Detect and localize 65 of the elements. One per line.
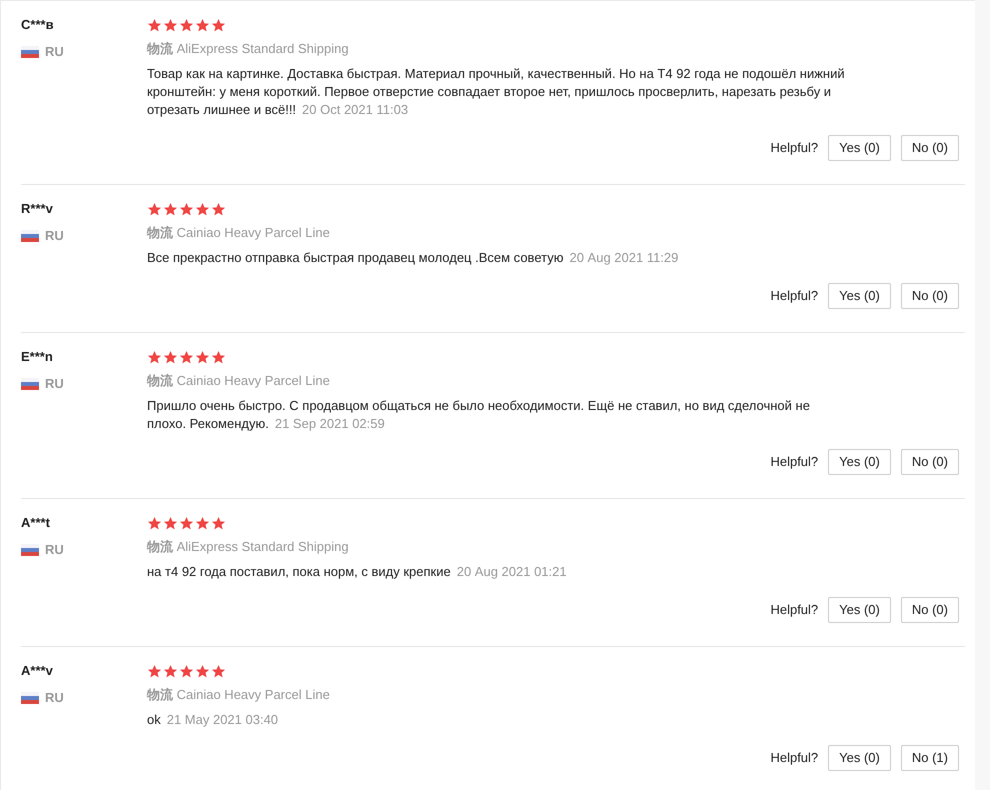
star-icon (211, 202, 226, 216)
star-icon (163, 202, 178, 216)
helpful-label: Helpful? (770, 749, 818, 768)
review-text: Пришло очень быстро. С продавцом общаться не было необходимости. Ещё не ставил, но вид сделочной не плохо. Рекомендую. 21 Sep 2021 02:59 (147, 397, 811, 433)
review-text: ok 21 May 2021 03:40 (147, 711, 278, 729)
no-button[interactable]: No (0) (900, 449, 959, 475)
review-text: на т4 92 года поставил, пока норм, с виду крепкие 20 Aug 2021 01:21 (147, 563, 567, 581)
country-code: RU (45, 689, 64, 707)
country-code: RU (45, 541, 64, 559)
helpful-label: Helpful? (770, 453, 818, 472)
star-icon (179, 664, 194, 678)
star-icon (147, 18, 162, 32)
country-code: RU (45, 375, 64, 393)
star-icon (179, 350, 194, 364)
star-icon (179, 18, 194, 32)
yes-button[interactable]: Yes (0) (828, 135, 891, 161)
no-button[interactable]: No (1) (900, 745, 959, 771)
no-button[interactable]: No (0) (900, 283, 959, 309)
helpful-label: Helpful? (770, 139, 818, 158)
star-icon (195, 516, 210, 530)
country-code: RU (45, 227, 64, 245)
helpful-label: Helpful? (770, 287, 818, 306)
yes-button[interactable]: Yes (0) (828, 745, 891, 771)
no-button[interactable]: No (0) (900, 135, 959, 161)
star-icon (163, 18, 178, 32)
flag-icon (21, 46, 39, 58)
flag-icon (21, 230, 39, 242)
star-icon (195, 350, 210, 364)
star-icon (147, 202, 162, 216)
shipping-method: 物流 Cainiao Heavy Parcel Line (147, 224, 331, 242)
review-text: Товар как на картинке. Доставка быстрая. Материал прочный, качественный. Но на Т4 92 года не подошёл нижний кронштейн: у меня короткий. Первое отверстие совпадает второе нет, пришлось просверлить, нарезать резьбу и отрезать лишнее и всё!!! 20 Oct 2021 11:03 (147, 65, 846, 119)
flag-icon (21, 692, 39, 704)
reviewer-name: C***в (21, 16, 55, 34)
star-icon (147, 350, 162, 364)
star-icon (163, 664, 178, 678)
reviewer-name: E***n (21, 348, 54, 366)
star-icon (211, 516, 226, 530)
no-button[interactable]: No (0) (900, 597, 959, 623)
yes-button[interactable]: Yes (0) (828, 283, 891, 309)
star-icon (179, 202, 194, 216)
star-icon (211, 350, 226, 364)
star-icon (195, 664, 210, 678)
star-icon (163, 350, 178, 364)
shipping-method: 物流 AliExpress Standard Shipping (147, 40, 350, 58)
reviewer-name: A***t (21, 514, 51, 532)
shipping-method: 物流 Cainiao Heavy Parcel Line (147, 372, 331, 390)
star-icon (147, 664, 162, 678)
shipping-method: 物流 Cainiao Heavy Parcel Line (147, 686, 331, 704)
star-icon (163, 516, 178, 530)
star-icon (211, 18, 226, 32)
country-code: RU (45, 43, 64, 61)
shipping-method: 物流 AliExpress Standard Shipping (147, 538, 350, 556)
star-icon (179, 516, 194, 530)
reviewer-name: R***v (21, 200, 54, 218)
helpful-label: Helpful? (770, 601, 818, 620)
yes-button[interactable]: Yes (0) (828, 597, 891, 623)
star-icon (195, 202, 210, 216)
flag-icon (21, 544, 39, 556)
star-icon (147, 516, 162, 530)
review-text: Все прекрастно отправка быстрая продавец молодец .Всем советую 20 Aug 2021 11:29 (147, 249, 678, 267)
yes-button[interactable]: Yes (0) (828, 449, 891, 475)
flag-icon (21, 378, 39, 390)
star-icon (195, 18, 210, 32)
star-icon (211, 664, 226, 678)
reviewer-name: A***v (21, 662, 54, 680)
